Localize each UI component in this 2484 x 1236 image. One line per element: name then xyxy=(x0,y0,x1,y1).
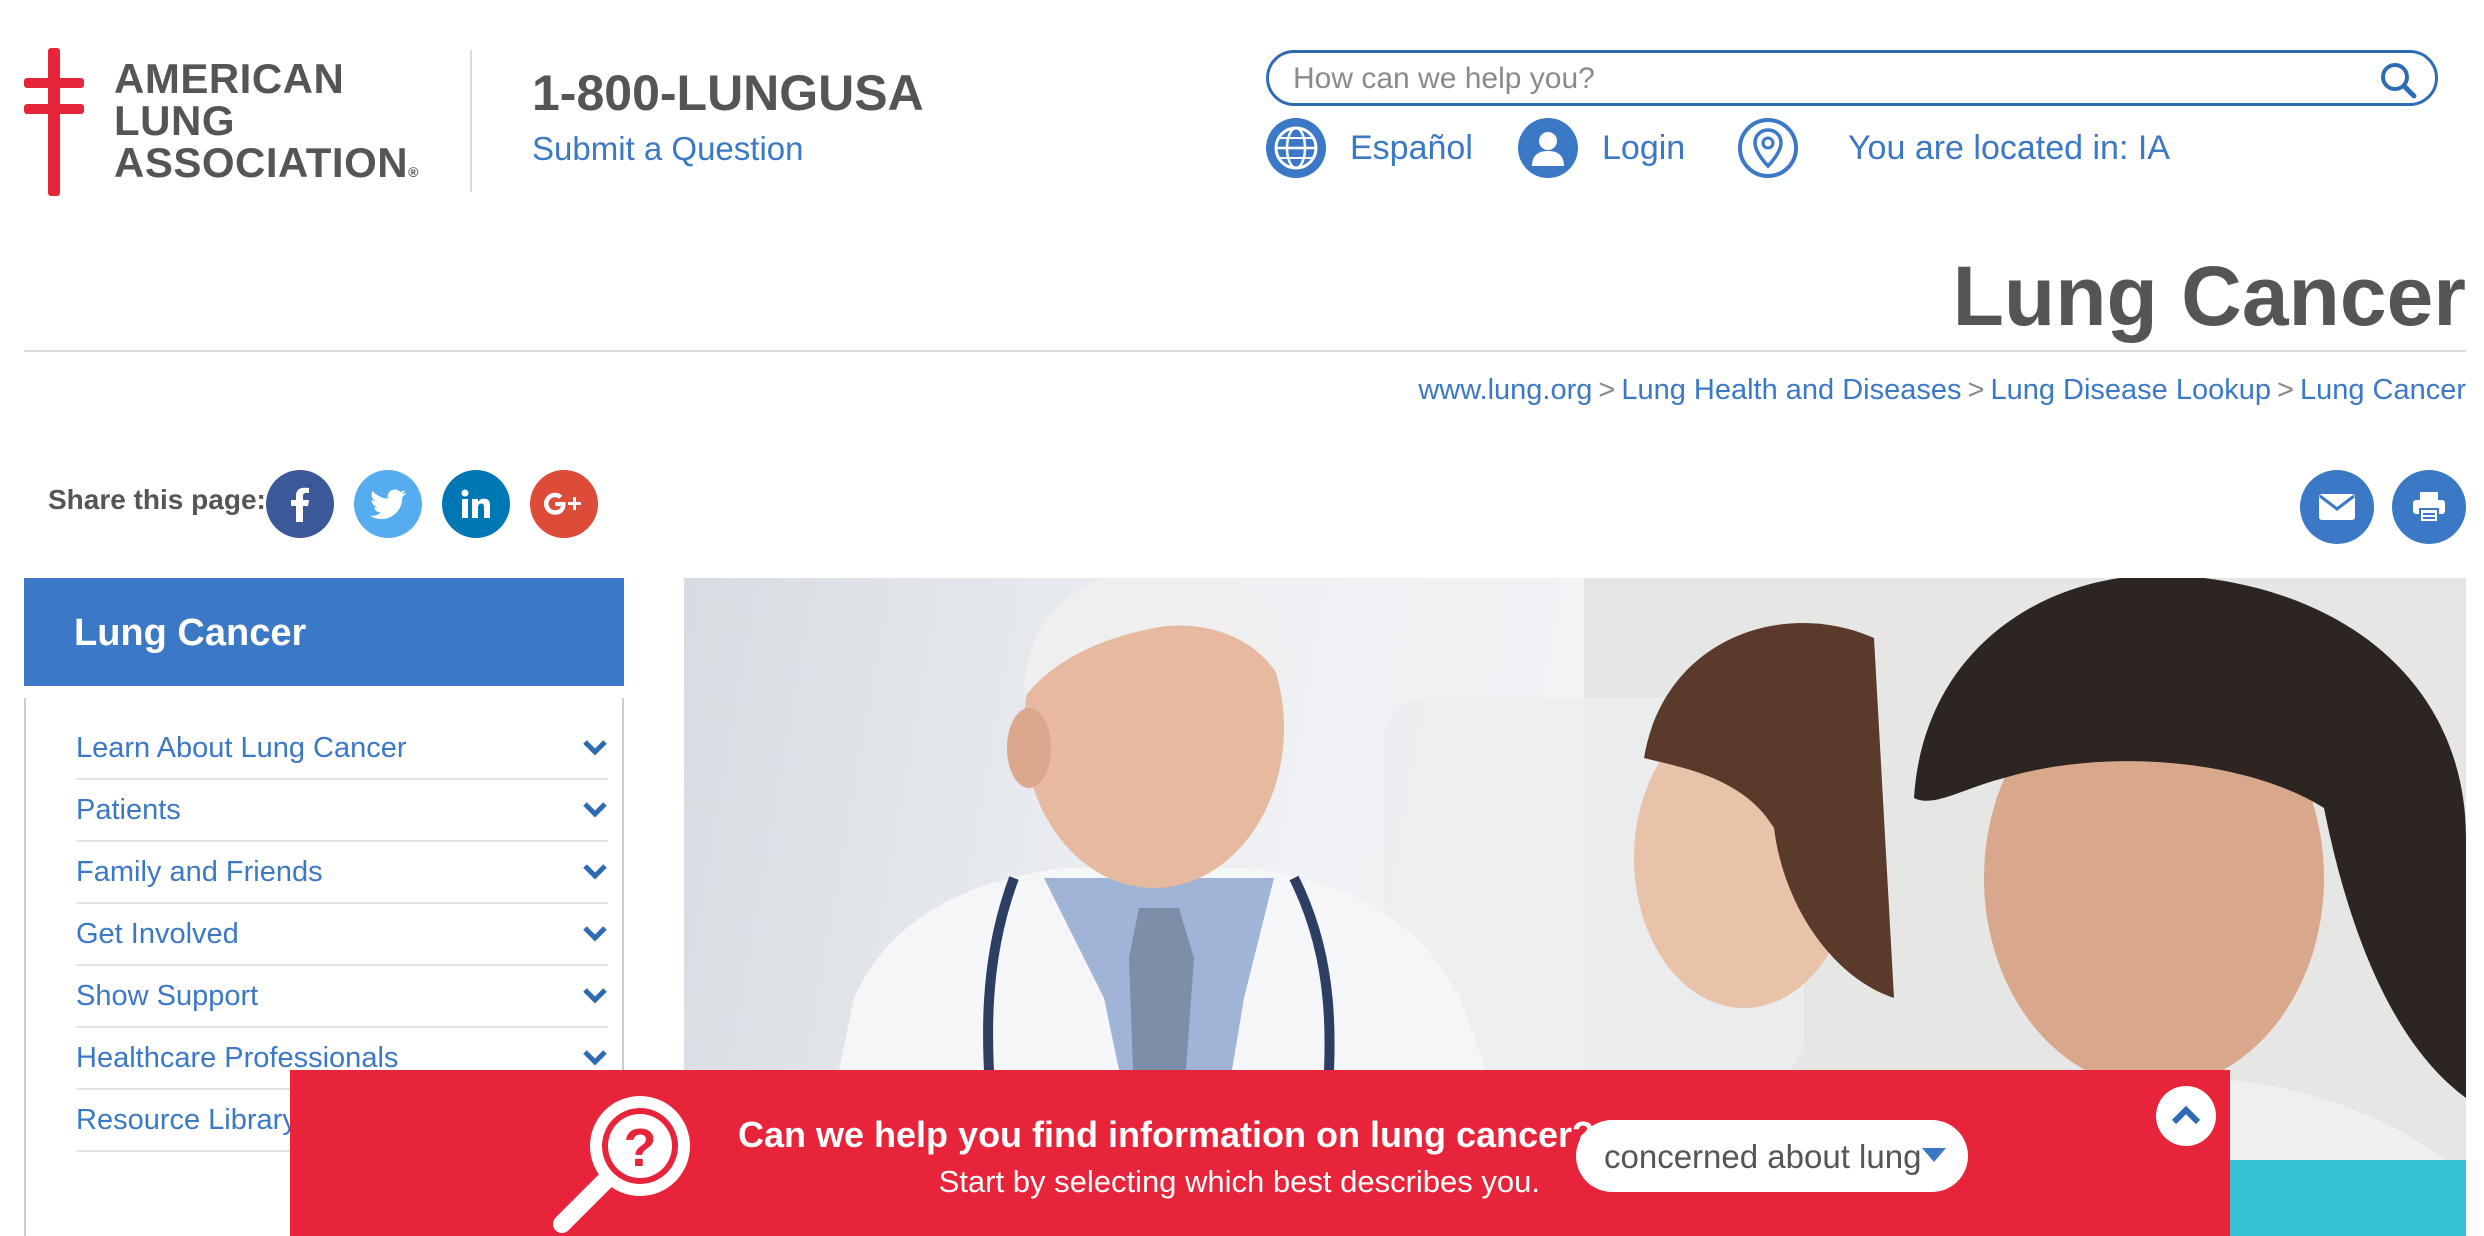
breadcrumb-lung-health[interactable]: Lung Health and Diseases xyxy=(1621,374,1961,406)
sidebar-heading-label: Lung Cancer xyxy=(74,612,307,654)
registered-mark: ® xyxy=(408,164,419,180)
sidebar-item-show-support[interactable]: Show Support xyxy=(76,966,608,1028)
breadcrumb-disease-lookup[interactable]: Lung Disease Lookup xyxy=(1990,374,2271,406)
magnifier-question-icon: ? xyxy=(553,1096,690,1233)
login-link[interactable]: Login xyxy=(1518,118,1685,178)
sidebar-item-get-involved[interactable]: Get Involved xyxy=(76,904,608,966)
sidebar-item-label: Show Support xyxy=(76,980,259,1012)
audience-select-value: concerned about lung xyxy=(1604,1138,1922,1175)
help-title: Can we help you find information on lung… xyxy=(738,1114,1595,1155)
help-finder-bar: ? Can we help you find information on lu… xyxy=(290,1070,2230,1236)
language-link[interactable]: Español xyxy=(1266,118,1473,178)
login-label: Login xyxy=(1602,128,1686,167)
map-pin-icon xyxy=(1738,118,1798,178)
chevron-up-icon xyxy=(2171,1106,2201,1125)
lung-cross-icon xyxy=(24,48,84,196)
sidebar-item-label: Resource Library xyxy=(76,1104,297,1136)
caret-down-icon xyxy=(1922,1148,1946,1162)
sidebar-item-learn-about-lung-cancer[interactable]: Learn About Lung Cancer xyxy=(76,718,608,780)
sidebar-item-label: Get Involved xyxy=(76,918,239,950)
linkedin-icon xyxy=(461,489,490,518)
google-plus-icon xyxy=(544,492,581,515)
sidebar-item-patients[interactable]: Patients xyxy=(76,780,608,842)
location-link[interactable]: You are located in: IA xyxy=(1738,118,2170,178)
user-icon xyxy=(1518,118,1578,178)
twitter-icon xyxy=(370,489,406,519)
facebook-icon xyxy=(291,487,309,522)
breadcrumb-separator: > xyxy=(1598,374,1616,406)
search-bar[interactable] xyxy=(1266,50,2438,106)
breadcrumb-separator: > xyxy=(2277,374,2294,406)
search-icon[interactable] xyxy=(2379,61,2417,99)
sidebar-heading[interactable]: Lung Cancer xyxy=(24,578,624,686)
sidebar-item-label: Family and Friends xyxy=(76,856,323,888)
breadcrumb-separator: > xyxy=(1967,374,1985,406)
breadcrumb-home[interactable]: www.lung.org xyxy=(1418,374,1592,406)
search-input[interactable] xyxy=(1293,61,2353,97)
breadcrumb: www.lung.org > Lung Health and Diseases > Lu… xyxy=(1418,374,2466,407)
logo-line-1: AMERICAN xyxy=(114,55,345,102)
logo-line-2: LUNG xyxy=(114,100,419,142)
chevron-down-icon[interactable] xyxy=(582,862,608,882)
title-divider xyxy=(24,350,2466,352)
email-share-button[interactable] xyxy=(2300,470,2374,544)
twitter-share-button[interactable] xyxy=(354,470,422,538)
chevron-down-icon[interactable] xyxy=(582,986,608,1006)
chevron-down-icon[interactable] xyxy=(582,738,608,758)
language-label: Español xyxy=(1350,128,1473,167)
globe-icon xyxy=(1266,118,1326,178)
facebook-share-button[interactable] xyxy=(266,470,334,538)
sidebar-item-label: Learn About Lung Cancer xyxy=(76,732,407,764)
google-plus-share-button[interactable] xyxy=(530,470,598,538)
collapse-bar-button[interactable] xyxy=(2156,1086,2216,1146)
teal-accent-tab[interactable] xyxy=(2230,1160,2466,1236)
envelope-icon xyxy=(2319,494,2355,520)
page-title: Lung Cancer xyxy=(1952,249,2466,343)
header-divider xyxy=(470,50,472,192)
breadcrumb-lung-cancer[interactable]: Lung Cancer xyxy=(2300,374,2466,406)
svg-text:?: ? xyxy=(624,1118,657,1178)
chevron-down-icon[interactable] xyxy=(582,924,608,944)
audience-select[interactable]: concerned about lung xyxy=(1576,1120,1968,1192)
logo-wordmark: AMERICAN LUNG ASSOCIATION® xyxy=(114,58,419,193)
chevron-down-icon[interactable] xyxy=(582,800,608,820)
logo-line-2-text: LUNG xyxy=(114,97,235,144)
share-label: Share this page: xyxy=(48,484,266,515)
ala-logo[interactable]: AMERICAN LUNG ASSOCIATION® xyxy=(24,48,444,198)
printer-icon xyxy=(2413,492,2445,523)
help-subtitle: Start by selecting which best describes … xyxy=(938,1164,1540,1199)
sidebar-item-label: Patients xyxy=(76,794,181,826)
location-label: You are located in: IA xyxy=(1848,128,2170,167)
submit-question-link[interactable]: Submit a Question xyxy=(532,130,803,168)
logo-line-3-text: ASSOCIATION xyxy=(114,139,409,186)
chevron-down-icon[interactable] xyxy=(582,1048,608,1068)
logo-line-3: ASSOCIATION® xyxy=(114,142,419,193)
print-button[interactable] xyxy=(2392,470,2466,544)
helpline-phone[interactable]: 1-800-LUNGUSA xyxy=(532,64,924,122)
sidebar-item-family-and-friends[interactable]: Family and Friends xyxy=(76,842,608,904)
linkedin-share-button[interactable] xyxy=(442,470,510,538)
